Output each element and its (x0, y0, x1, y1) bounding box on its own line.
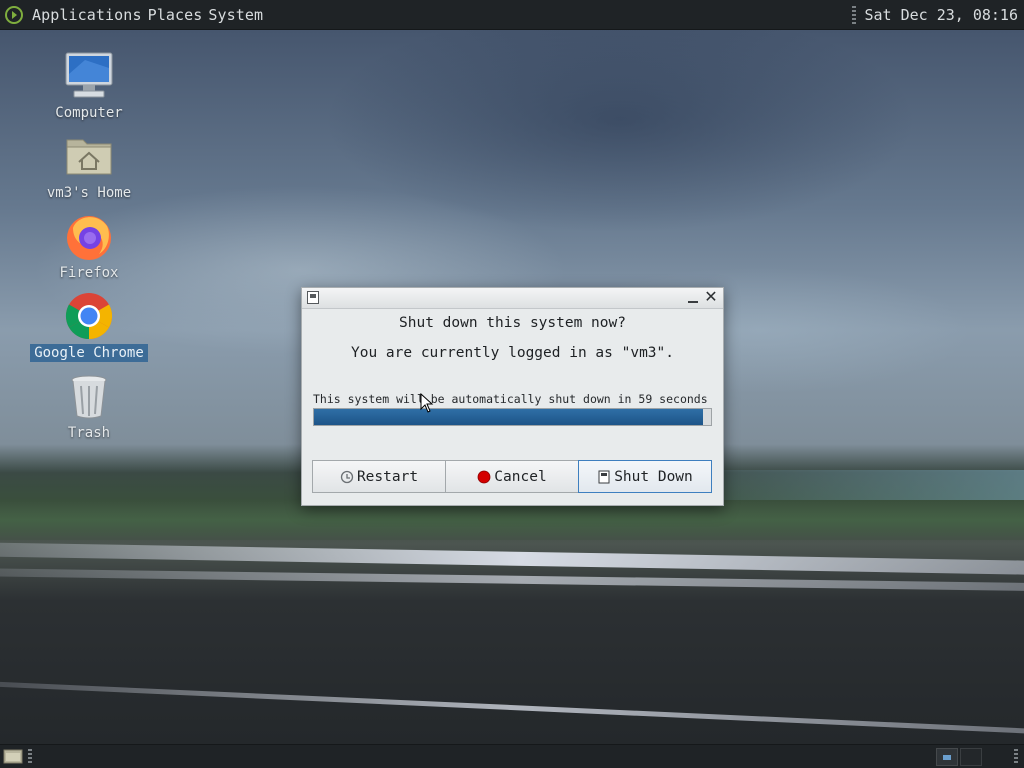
menu-places[interactable]: Places (145, 6, 206, 24)
desktop-icon-label: Trash (67, 425, 111, 441)
minimize-button[interactable] (686, 292, 700, 304)
desktop-icon-computer[interactable]: Computer (24, 50, 154, 122)
home-folder-icon (66, 139, 112, 175)
mouse-pointer-icon (420, 393, 434, 413)
countdown-progress-bar (313, 408, 712, 426)
restart-button[interactable]: Restart (312, 460, 446, 493)
panel-handle[interactable] (28, 749, 32, 765)
clock[interactable]: Sat Dec 23, 08:16 (864, 6, 1018, 24)
menu-system[interactable]: System (205, 6, 266, 24)
desktop-icon-trash[interactable]: Trash (24, 370, 154, 442)
computer-icon (65, 52, 113, 98)
dialog-titlebar[interactable]: ✕ (302, 288, 723, 309)
shutdown-dialog: ✕ Shut down this system now? You are cur… (301, 287, 724, 506)
desktop-icon-chrome[interactable]: Google Chrome (24, 290, 154, 362)
restart-icon (340, 470, 354, 483)
desktop-icon-firefox[interactable]: Firefox (24, 210, 154, 282)
dialog-heading: Shut down this system now? (399, 315, 626, 331)
restart-label: Restart (356, 468, 419, 485)
top-panel: Applications Places System Sat Dec 23, 0… (0, 0, 1024, 30)
desktop-icon-label: Google Chrome (30, 344, 148, 362)
shutdown-icon (598, 470, 610, 483)
shutdown-label: Shut Down (614, 468, 693, 485)
desktop-icon-label: vm3's Home (46, 185, 132, 201)
workspace-switcher-2[interactable] (960, 748, 982, 766)
dialog-button-row: Restart Cancel Shut Down (312, 460, 712, 493)
bottom-panel (0, 744, 1024, 768)
desktop-icon-home[interactable]: vm3's Home (24, 130, 154, 202)
workspace-switcher-1[interactable] (936, 748, 958, 766)
window-menu-icon[interactable] (307, 291, 319, 304)
progress-fill (314, 409, 704, 425)
dialog-subtext: You are currently logged in as "vm3". (350, 345, 674, 361)
trash-icon (71, 375, 107, 419)
cancel-button[interactable]: Cancel (445, 460, 579, 493)
panel-handle[interactable] (852, 5, 857, 24)
menu-logo-icon[interactable] (5, 5, 23, 24)
wallpaper-grass (0, 500, 1024, 540)
chrome-icon (65, 293, 113, 340)
desktop-icon-label: Computer (55, 105, 123, 121)
countdown-text: This system will be automatically shut d… (313, 392, 708, 406)
panel-handle[interactable] (1014, 749, 1018, 765)
cancel-icon (477, 470, 491, 483)
wallpaper-road-stripe (0, 680, 1024, 736)
cancel-label: Cancel (494, 468, 547, 485)
show-desktop-icon[interactable] (3, 748, 23, 765)
firefox-icon (67, 216, 111, 260)
menu-applications[interactable]: Applications (29, 6, 145, 24)
shutdown-button[interactable]: Shut Down (578, 460, 712, 493)
desktop-icon-label: Firefox (59, 265, 119, 281)
close-button[interactable]: ✕ (704, 289, 718, 305)
